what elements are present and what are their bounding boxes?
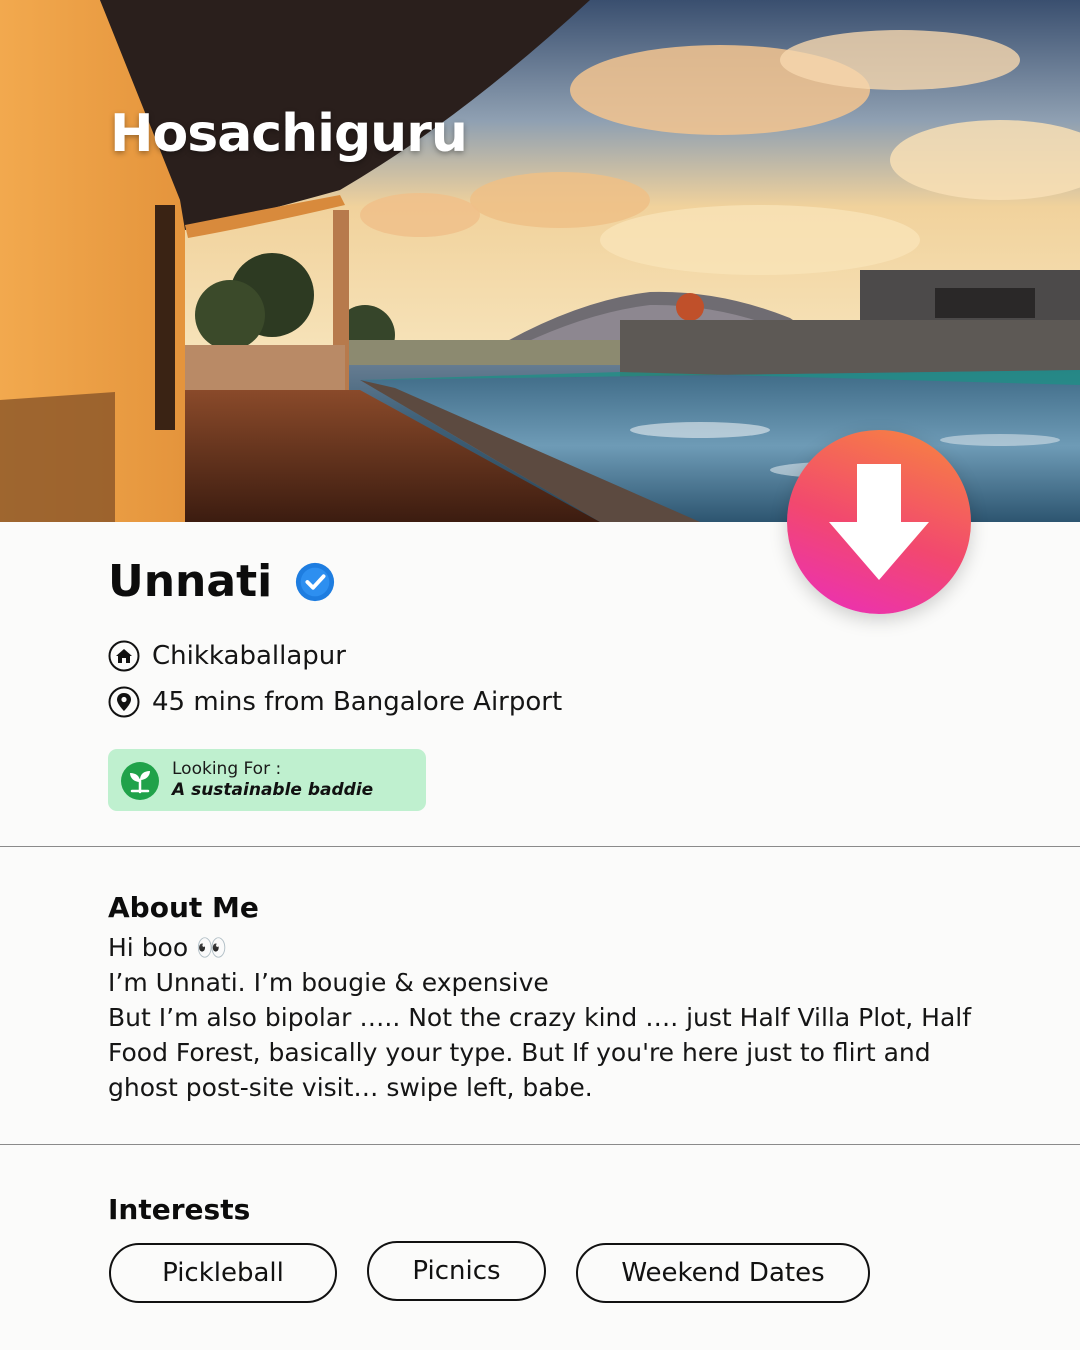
map-pin-icon <box>108 686 140 718</box>
sprout-recycle-icon <box>121 762 159 800</box>
looking-for-label: Looking For : <box>172 759 282 779</box>
interest-chip-picnics[interactable]: Picnics <box>367 1241 546 1301</box>
home-icon <box>108 640 140 672</box>
download-button[interactable] <box>787 430 971 614</box>
location-text: Chikkaballapur <box>152 641 346 671</box>
about-line: Hi boo 👀 <box>108 933 228 962</box>
about-title: About Me <box>108 891 259 924</box>
interest-chip-weekend-dates[interactable]: Weekend Dates <box>576 1243 870 1303</box>
profile-name: Unnati <box>108 556 273 607</box>
about-line: But I’m also bipolar ….. Not the crazy k… <box>108 1003 972 1102</box>
location-row: Chikkaballapur <box>108 640 346 672</box>
brand-logo: Hosachiguru <box>110 104 468 164</box>
looking-for-badge: Looking For : A sustainable baddie <box>108 749 426 811</box>
verified-badge-icon <box>296 562 335 601</box>
divider <box>0 846 1080 847</box>
about-line: I’m Unnati. I’m bougie & expensive <box>108 968 549 997</box>
profile-name-row: Unnati <box>108 556 336 607</box>
arrow-down-icon <box>829 464 929 580</box>
about-text: Hi boo 👀 I’m Unnati. I’m bougie & expens… <box>108 930 988 1105</box>
interest-chip-pickleball[interactable]: Pickleball <box>109 1243 337 1303</box>
looking-for-value: A sustainable baddie <box>172 780 374 800</box>
divider <box>0 1144 1080 1145</box>
distance-text: 45 mins from Bangalore Airport <box>152 687 563 717</box>
interests-title: Interests <box>108 1193 251 1226</box>
distance-row: 45 mins from Bangalore Airport <box>108 686 562 718</box>
